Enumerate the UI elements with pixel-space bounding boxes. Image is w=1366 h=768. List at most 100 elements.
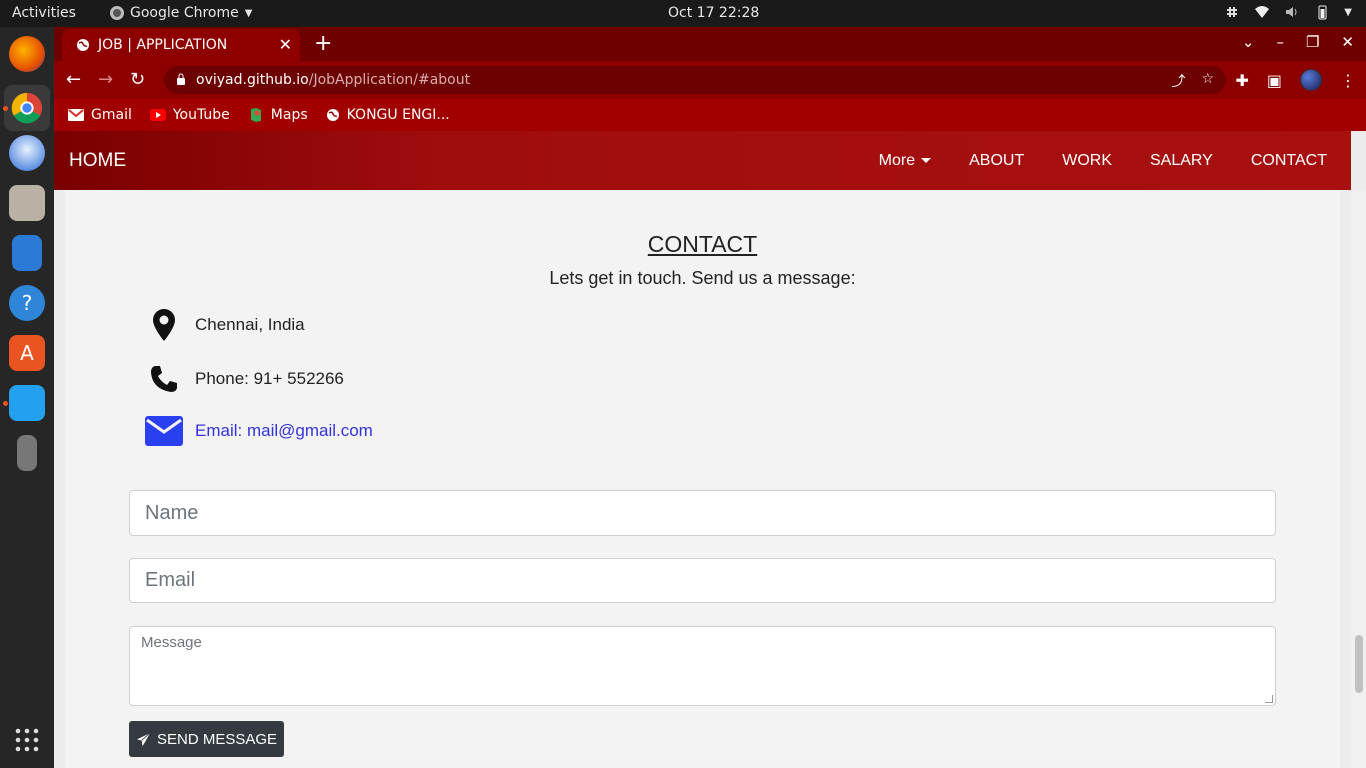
forward-icon[interactable]: →: [98, 69, 113, 90]
name-placeholder: Name: [145, 502, 199, 524]
resize-handle-icon[interactable]: [1265, 695, 1273, 703]
activities-button[interactable]: Activities: [12, 5, 76, 21]
bookmark-label: YouTube: [172, 107, 230, 123]
bookmark-label: Gmail: [91, 107, 132, 123]
bookmark-gmail[interactable]: Gmail: [68, 107, 132, 123]
nav-work-link[interactable]: WORK: [1062, 152, 1112, 170]
globe-icon: [326, 109, 339, 121]
show-apps-icon[interactable]: [9, 722, 45, 758]
message-placeholder: Message: [141, 634, 202, 651]
location-row: Chennai, India: [133, 309, 305, 341]
url-host: oviyad.github.io: [196, 72, 309, 88]
tab-search-icon[interactable]: ⌄: [1242, 33, 1255, 51]
maximize-icon[interactable]: ❐: [1306, 33, 1319, 51]
vscode-icon[interactable]: [9, 385, 45, 421]
bookmark-label: KONGU ENGI...: [346, 107, 450, 123]
page-scrollbar[interactable]: [1351, 190, 1366, 768]
map-marker-icon: [133, 309, 195, 341]
bookmark-star-icon[interactable]: ☆: [1201, 71, 1214, 91]
close-tab-icon[interactable]: ✕: [279, 35, 292, 54]
contact-subtitle: Lets get in touch. Send us a message:: [549, 268, 856, 288]
youtube-icon: [149, 109, 166, 121]
extensions-icon[interactable]: ✚: [1235, 71, 1248, 90]
volume-icon: [1286, 7, 1297, 17]
app-menu[interactable]: Google Chrome ▼: [110, 5, 252, 21]
tab-title: JOB | APPLICATION: [98, 37, 228, 53]
caret-down-icon: [921, 158, 932, 164]
running-indicator: [3, 401, 8, 406]
paper-plane-icon: [136, 732, 151, 746]
window-controls: ⌄ – ❐ ✕: [1242, 33, 1366, 51]
email-placeholder: Email: [145, 569, 196, 591]
system-tray[interactable]: ▼: [1224, 4, 1352, 20]
bookmarks-bar: Gmail YouTube Maps KONGU ENGI...: [54, 99, 1366, 131]
bookmark-kongu[interactable]: KONGU ENGI...: [326, 107, 450, 123]
back-icon[interactable]: ←: [66, 69, 81, 90]
bookmark-label: Maps: [270, 107, 308, 123]
envelope-icon: [133, 416, 195, 446]
globe-icon: [77, 39, 89, 51]
nav-links: More ABOUT WORK SALARY CONTACT: [879, 152, 1327, 170]
contact-section: CONTACT Lets get in touch. Send us a mes…: [65, 190, 1340, 768]
chevron-down-icon: ▼: [1344, 6, 1352, 18]
writer-icon[interactable]: [12, 235, 42, 271]
message-textarea[interactable]: Message: [129, 626, 1276, 706]
nav-more-label: More: [878, 152, 916, 169]
minimize-icon[interactable]: –: [1276, 33, 1284, 51]
close-window-icon[interactable]: ✕: [1341, 33, 1354, 51]
send-message-button[interactable]: SEND MESSAGE: [129, 721, 284, 757]
clock[interactable]: Oct 17 22:28: [668, 5, 759, 21]
tab-strip: JOB | APPLICATION ✕ + ⌄ – ❐ ✕: [54, 27, 1366, 61]
wifi-icon: [1255, 6, 1270, 18]
phone-text: Phone: 91+ 552266: [195, 369, 344, 388]
software-center-icon[interactable]: A: [9, 335, 45, 371]
nav-more-dropdown[interactable]: More: [878, 152, 932, 170]
chrome-icon[interactable]: [4, 85, 50, 131]
running-indicator: [3, 106, 8, 111]
nav-contact-link[interactable]: CONTACT: [1251, 152, 1327, 170]
battery-icon: [1318, 5, 1327, 20]
chrome-icon: [110, 6, 124, 20]
nav-home-link[interactable]: HOME: [69, 150, 126, 172]
chevron-down-icon: ▼: [244, 7, 253, 19]
chrome-logo-icon: [11, 92, 43, 124]
nav-about-link[interactable]: ABOUT: [969, 152, 1024, 170]
app-menu-label: Google Chrome: [130, 5, 239, 21]
name-field[interactable]: Name: [129, 490, 1276, 536]
phone-row: Phone: 91+ 552266: [133, 364, 344, 394]
phone-icon: [133, 364, 195, 394]
email-field[interactable]: Email: [129, 558, 1276, 603]
nav-salary-link[interactable]: SALARY: [1150, 152, 1213, 170]
site-navbar: HOME More ABOUT WORK SALARY CONTACT: [54, 131, 1351, 190]
menu-kebab-icon[interactable]: ⋮: [1340, 71, 1356, 90]
share-icon[interactable]: ⤴: [1171, 71, 1185, 91]
contact-title: CONTACT: [647, 231, 758, 257]
lock-icon: [177, 73, 185, 85]
firefox-icon[interactable]: [9, 36, 45, 72]
email-row: Email: mail@gmail.com: [133, 416, 373, 446]
browser-tab[interactable]: JOB | APPLICATION ✕: [62, 29, 300, 61]
scrollbar-thumb[interactable]: [1355, 635, 1363, 693]
side-panel-icon[interactable]: ▣: [1267, 71, 1282, 90]
profile-avatar[interactable]: [1300, 69, 1322, 91]
email-link[interactable]: Email: mail@gmail.com: [195, 421, 373, 441]
location-text: Chennai, India: [195, 315, 305, 334]
device-icon[interactable]: [17, 435, 37, 471]
url-path: /JobApplication/#about: [308, 72, 471, 88]
new-tab-button[interactable]: +: [314, 31, 332, 56]
files-icon[interactable]: [9, 185, 45, 221]
browser-toolbar: ← → ↻ oviyad.github.io/JobApplication/#a…: [54, 61, 1366, 99]
system-top-bar: Activities Google Chrome ▼ Oct 17 22:28 …: [0, 0, 1366, 27]
gmail-icon: [68, 109, 84, 121]
web-page: HOME More ABOUT WORK SALARY CONTACT CONT…: [54, 131, 1366, 768]
send-message-label: SEND MESSAGE: [156, 730, 278, 748]
slack-icon: [1227, 7, 1238, 17]
bookmark-maps[interactable]: Maps: [248, 107, 308, 123]
reload-icon[interactable]: ↻: [130, 69, 145, 90]
help-icon[interactable]: ?: [9, 285, 45, 321]
maps-icon: [250, 108, 261, 122]
dock: ? A: [0, 27, 54, 768]
thunderbird-icon[interactable]: [9, 135, 45, 171]
bookmark-youtube[interactable]: YouTube: [149, 107, 230, 123]
address-bar[interactable]: oviyad.github.io/JobApplication/#about ⤴…: [164, 66, 1226, 94]
